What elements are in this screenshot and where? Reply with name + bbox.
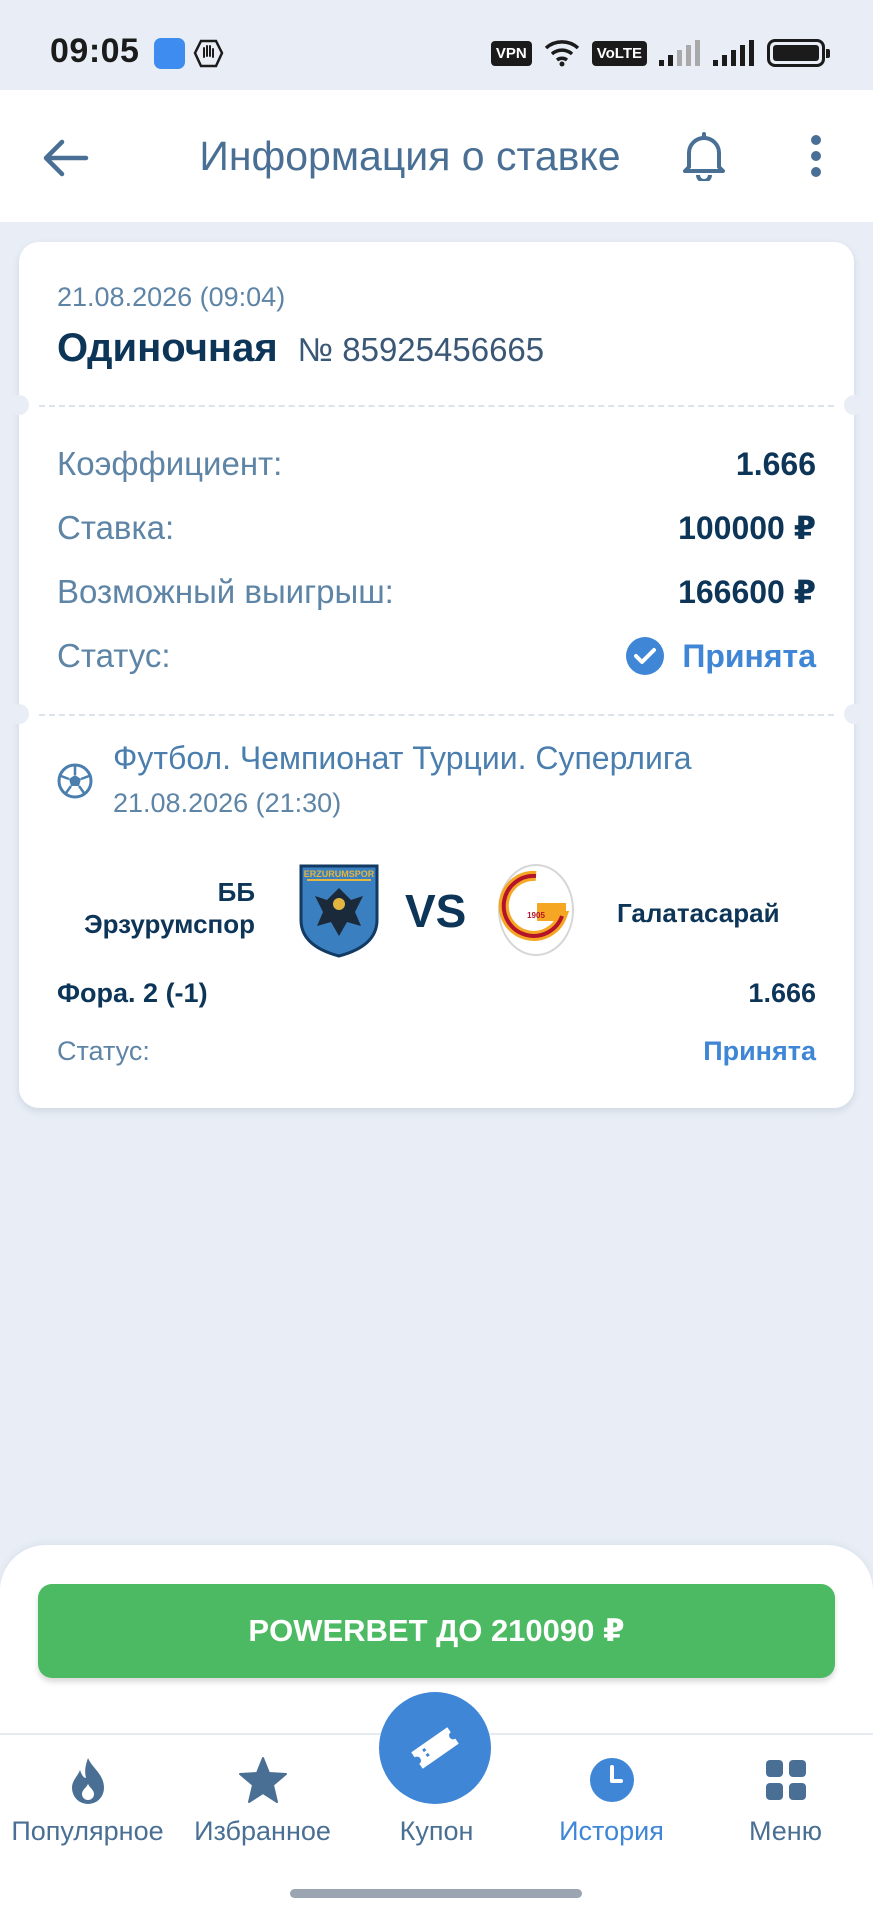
nav-favorites-label: Избранное xyxy=(194,1816,331,1846)
coupon-button[interactable] xyxy=(379,1692,491,1804)
outcome-odds: 1.666 xyxy=(748,978,816,1008)
nav-history-label: История xyxy=(559,1816,664,1846)
vpn-badge: VPN xyxy=(490,40,532,66)
svg-text:ERZURUMSPOR: ERZURUMSPOR xyxy=(304,869,375,879)
home-team-name: ББ Эрзурумспор xyxy=(84,877,255,939)
status-text: Принята xyxy=(682,637,816,674)
powerbet-button[interactable]: POWERBET ДО 210090 ₽ xyxy=(38,1584,835,1678)
ticket-icon xyxy=(411,1727,459,1769)
status-label: Статус: xyxy=(57,637,171,674)
football-icon xyxy=(57,763,93,799)
card-notch xyxy=(844,704,864,724)
erzurumspor-logo-icon: ERZURUMSPOR xyxy=(299,864,379,958)
signal-full-icon xyxy=(713,40,754,66)
possible-win-value: 166600 ₽ xyxy=(678,574,816,610)
odds-row: Коэффициент: 1.666 xyxy=(57,439,816,489)
dashed-divider xyxy=(39,714,834,716)
league-name: Футбол. Чемпионат Турции. Суперлига xyxy=(113,740,692,776)
nav-history[interactable]: История xyxy=(524,1750,699,1850)
battery-icon xyxy=(767,39,830,67)
page-title: Информация о ставке xyxy=(199,133,621,179)
nav-menu[interactable]: Меню xyxy=(698,1750,873,1850)
galatasaray-logo-icon: 1905 xyxy=(498,864,574,956)
stake-label: Ставка: xyxy=(57,509,175,546)
status-value: Принята xyxy=(626,637,816,675)
wifi-icon xyxy=(544,40,579,67)
nav-coupon-label: Купон xyxy=(399,1816,474,1846)
outcome-status-label: Статус: xyxy=(57,1036,150,1066)
check-circle-icon xyxy=(626,637,665,675)
bet-type-row: Одиночная № 85925456665 xyxy=(57,326,544,371)
grid-icon xyxy=(760,1754,812,1806)
status-bar: 09:05 VPN VoLTE xyxy=(0,0,873,90)
volte-badge: VoLTE xyxy=(591,40,647,66)
outcome-name: Фора. 2 (-1) xyxy=(57,978,208,1008)
fire-icon xyxy=(62,1754,114,1806)
bet-type: Одиночная xyxy=(57,326,278,370)
app-bar: Информация о ставке xyxy=(0,90,873,222)
stake-value: 100000 ₽ xyxy=(678,510,816,546)
star-icon xyxy=(237,1754,289,1806)
hand-notification-icon xyxy=(193,39,224,68)
arrow-left-icon xyxy=(43,139,89,177)
outcome-row: Фора. 2 (-1) 1.666 xyxy=(57,978,816,1009)
event-date: 21.08.2026 (21:30) xyxy=(113,788,342,818)
outcome-status-value: Принята xyxy=(703,1036,816,1066)
status-row: Статус: Принята xyxy=(57,631,816,681)
status-icons: VPN VoLTE xyxy=(490,36,830,70)
outcome-status-row: Статус: Принята xyxy=(57,1036,816,1067)
bell-icon xyxy=(683,132,725,181)
dashed-divider xyxy=(39,405,834,407)
back-button[interactable] xyxy=(38,130,94,186)
bet-number: № 85925456665 xyxy=(297,331,545,368)
odds-label: Коэффициент: xyxy=(57,445,283,482)
bet-card: 21.08.2026 (09:04) Одиночная № 859254566… xyxy=(9,242,864,1108)
card-notch xyxy=(844,395,864,415)
away-team-name: Галатасарай xyxy=(617,898,780,928)
nav-popular-label: Популярное xyxy=(11,1816,164,1846)
card-notch xyxy=(9,395,29,415)
nav-favorites[interactable]: Избранное xyxy=(175,1750,350,1850)
card-notch xyxy=(9,704,29,724)
nav-menu-label: Меню xyxy=(749,1816,822,1846)
more-vertical-icon xyxy=(811,135,821,177)
nav-popular[interactable]: Популярное xyxy=(0,1750,175,1850)
app-notification-icon xyxy=(154,38,185,69)
home-indicator[interactable] xyxy=(290,1889,582,1898)
signal-weak-icon xyxy=(659,40,700,66)
clock-icon xyxy=(586,1754,638,1806)
possible-win-row: Возможный выигрыш: 166600 ₽ xyxy=(57,567,816,617)
status-time: 09:05 xyxy=(50,32,140,70)
svg-text:1905: 1905 xyxy=(527,911,545,920)
odds-value: 1.666 xyxy=(735,445,816,482)
notifications-button[interactable] xyxy=(676,128,732,184)
more-options-button[interactable] xyxy=(790,128,842,184)
vs-label: VS xyxy=(405,885,467,937)
possible-win-label: Возможный выигрыш: xyxy=(57,573,394,610)
bet-date: 21.08.2026 (09:04) xyxy=(57,282,286,312)
stake-row: Ставка: 100000 ₽ xyxy=(57,503,816,553)
